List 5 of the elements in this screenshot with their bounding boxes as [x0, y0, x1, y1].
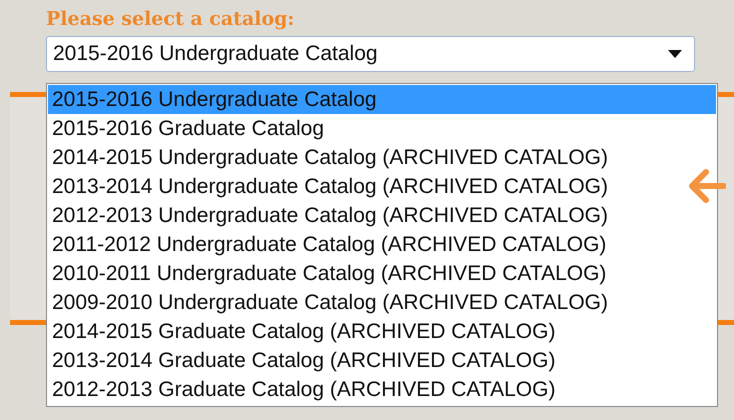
dropdown-option[interactable]: 2015-2016 Undergraduate Catalog [48, 85, 716, 114]
catalog-label: Please select a catalog: [46, 8, 296, 30]
arrow-icon [688, 168, 726, 204]
catalog-select[interactable]: 2015-2016 Undergraduate Catalog [46, 36, 695, 72]
caret-icon [668, 50, 682, 58]
